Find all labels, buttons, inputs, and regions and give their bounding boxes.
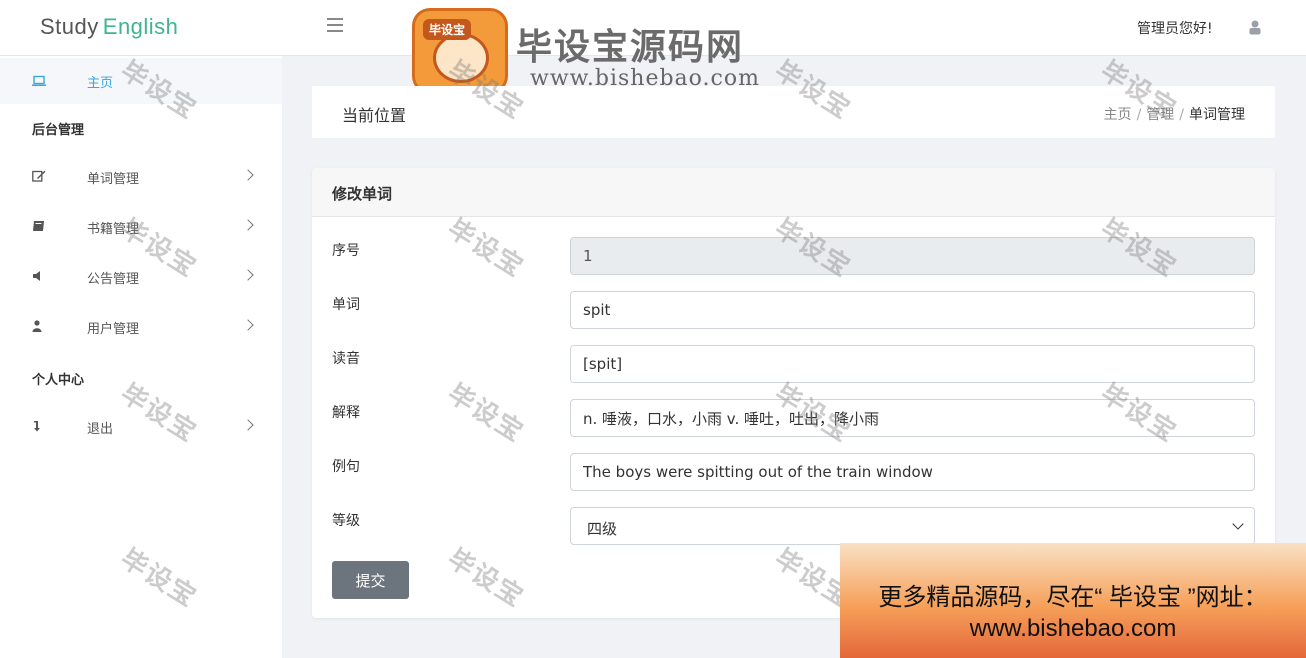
sidebar-section-personal: 个人中心 — [32, 373, 85, 388]
user-avatar-icon[interactable] — [1248, 19, 1262, 35]
watermark-title: 毕设宝源码网 — [516, 27, 745, 68]
breadcrumb-bar: 当前位置 主页 / 管理 / 单词管理 — [312, 86, 1275, 138]
sidebar-item-label: 书籍管理 — [87, 222, 140, 237]
level-select[interactable]: 四级 — [570, 507, 1255, 545]
sidebar-section-admin: 后台管理 — [32, 123, 85, 138]
sidebar-item-label: 单词管理 — [87, 172, 140, 187]
logo-word-english: English — [102, 14, 179, 39]
form-header: 修改单词 — [312, 168, 1275, 217]
logo-word-study: Study — [40, 14, 99, 39]
chevron-right-icon — [242, 319, 254, 331]
megaphone-icon — [33, 271, 40, 281]
chevron-right-icon — [242, 419, 254, 431]
level-select-value: 四级 — [587, 520, 618, 538]
pronunciation-label: 读音 — [332, 351, 360, 367]
pronunciation-field[interactable] — [570, 345, 1255, 383]
edit-icon — [32, 170, 46, 182]
submit-button[interactable]: 提交 — [332, 561, 409, 599]
example-field[interactable] — [570, 453, 1255, 491]
definition-label: 解释 — [332, 405, 360, 421]
sidebar-item-notices[interactable]: 公告管理 — [0, 254, 282, 300]
word-label: 单词 — [332, 297, 360, 313]
sidebar-item-label: 退出 — [87, 422, 114, 437]
chevron-right-icon — [242, 169, 254, 181]
promo-text: 更多精品源码，尽在“ 毕设宝 ”网址： — [878, 584, 1268, 611]
sidebar-item-home[interactable]: 主页 — [0, 58, 282, 104]
laptop-icon — [32, 75, 46, 86]
chevron-right-icon — [242, 269, 254, 281]
breadcrumb: 主页 / 管理 / 单词管理 — [1104, 104, 1245, 124]
book-icon — [33, 221, 44, 231]
user-icon — [32, 320, 42, 332]
level-label: 等级 — [332, 513, 360, 529]
sidebar-item-books[interactable]: 书籍管理 — [0, 204, 282, 250]
word-field[interactable] — [570, 291, 1255, 329]
app-logo[interactable]: Study English — [40, 14, 178, 40]
id-label: 序号 — [332, 243, 360, 259]
logout-arrow-icon — [34, 421, 40, 432]
promo-url: www.bishebao.com — [969, 615, 1177, 642]
watermark-banner: 毕设宝 毕设宝源码网 www.bishebao.com — [412, 8, 792, 94]
sidebar-item-logout[interactable]: 退出 — [0, 404, 282, 450]
breadcrumb-link-home[interactable]: 主页 — [1104, 107, 1132, 123]
menu-toggle-icon[interactable] — [327, 18, 343, 34]
sidebar-item-label: 主页 — [87, 76, 114, 91]
example-label: 例句 — [332, 459, 360, 475]
breadcrumb-current: 单词管理 — [1189, 107, 1245, 123]
sidebar-item-label: 公告管理 — [87, 272, 140, 287]
breadcrumb-heading: 当前位置 — [342, 106, 407, 125]
sidebar-item-words[interactable]: 单词管理 — [0, 154, 282, 200]
breadcrumb-link-manage[interactable]: 管理 — [1146, 107, 1174, 123]
definition-field[interactable] — [570, 399, 1255, 437]
watermark-logo: 毕设宝 — [412, 8, 508, 94]
admin-greeting[interactable]: 管理员您好! — [1137, 18, 1213, 38]
form-title: 修改单词 — [332, 185, 393, 203]
chevron-down-icon — [1232, 518, 1244, 530]
sidebar-item-users[interactable]: 用户管理 — [0, 304, 282, 350]
breadcrumb-separator: / — [1179, 107, 1184, 123]
promo-banner: 更多精品源码，尽在“ 毕设宝 ”网址： www.bishebao.com — [840, 543, 1306, 658]
chevron-right-icon — [242, 219, 254, 231]
sidebar-item-label: 用户管理 — [87, 322, 140, 337]
breadcrumb-separator: / — [1136, 107, 1142, 123]
id-field — [570, 237, 1255, 275]
sidebar: 主页 后台管理 单词管理 书籍管理 公告管理 用户管理 个人中心 退出 — [0, 56, 282, 658]
